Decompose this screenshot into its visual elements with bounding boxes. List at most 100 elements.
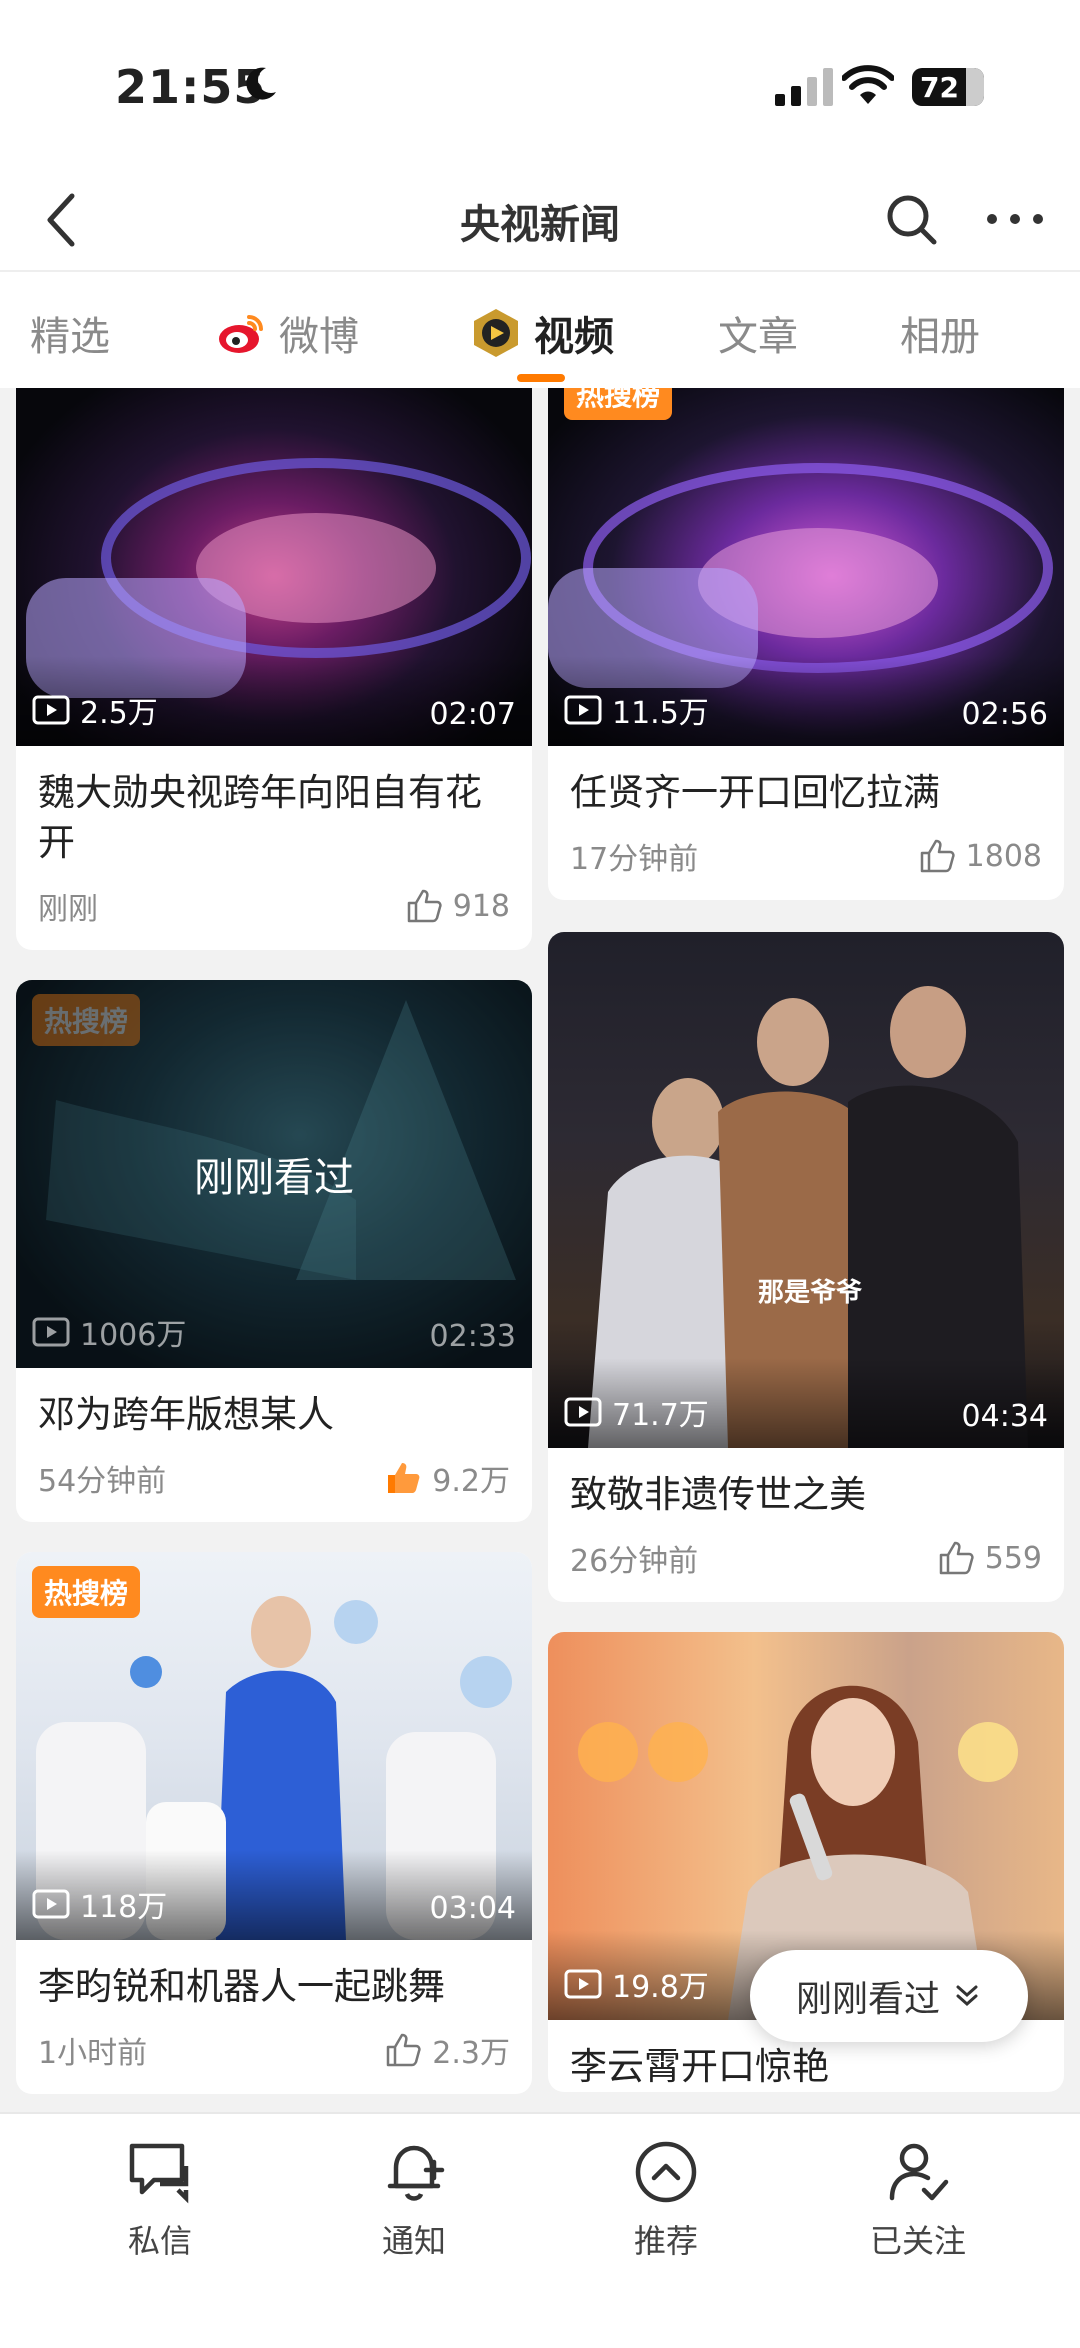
video-title[interactable]: 致敬非遗传世之美 <box>548 1448 1064 1520</box>
bottom-nav: 私信 通知 推荐 已关注 <box>0 2112 1080 2348</box>
tab-video[interactable]: 视频 <box>470 304 614 362</box>
thumbs-up-filled-icon <box>388 1463 420 1493</box>
nav-following[interactable]: 已关注 <box>838 2136 998 2262</box>
video-thumbnail[interactable]: 热搜榜 11.5万 02:56 <box>548 388 1064 746</box>
battery-level: 72 <box>920 70 959 104</box>
tab-weibo[interactable]: 微博 <box>215 304 359 362</box>
video-feed[interactable]: 2.5万 02:07 魏大勋央视跨年向阳自有花开 刚刚 918 热搜榜 11.5… <box>0 388 1080 2112</box>
recently-watched-label: 刚刚看过 <box>795 1979 940 2020</box>
tab-label: 视频 <box>534 314 614 360</box>
hot-search-badge: 热搜榜 <box>564 388 673 420</box>
nav-notifications[interactable]: 通知 <box>334 2136 494 2262</box>
thumbs-up-icon <box>407 889 442 923</box>
tab-label: 微博 <box>279 314 359 360</box>
tab-label: 精选 <box>30 314 110 360</box>
card-meta: 刚刚 918 <box>16 868 532 950</box>
signal-icon <box>775 68 833 106</box>
hot-search-badge: 热搜榜 <box>32 1566 141 1618</box>
post-time: 54分钟前 <box>38 1464 167 1499</box>
view-count: 11.5万 <box>564 688 709 732</box>
video-duration: 02:07 <box>429 697 516 732</box>
video-duration: 02:56 <box>961 697 1048 732</box>
bell-plus-icon <box>387 2145 445 2201</box>
video-thumbnail[interactable]: 热搜榜 刚刚看过 1006万 02:33 <box>16 980 532 1368</box>
like-button[interactable]: 918 <box>405 887 510 925</box>
thumbs-up-icon <box>387 2033 421 2067</box>
moon-icon <box>246 67 276 100</box>
post-time: 17分钟前 <box>570 842 699 877</box>
nav-bar: 央视新闻 <box>0 170 1080 270</box>
tab-articles[interactable]: 文章 <box>718 304 798 362</box>
wifi-icon <box>842 65 894 104</box>
video-duration: 03:04 <box>429 1891 516 1926</box>
post-time: 1小时前 <box>38 2036 148 2071</box>
card-meta: 54分钟前 9.2万 <box>16 1440 532 1522</box>
status-bar: 21:55 72 <box>0 0 1080 170</box>
video-card[interactable]: 那是爷爷 71.7万 04:34 致敬非遗传世之美 26分钟前 559 <box>548 932 1064 1602</box>
video-thumbnail[interactable]: 热搜榜 118万 03:04 <box>16 1552 532 1940</box>
post-time: 刚刚 <box>38 892 98 927</box>
video-tab-icon <box>474 309 518 357</box>
video-duration: 02:33 <box>429 1319 516 1354</box>
more-icon[interactable] <box>980 188 1050 250</box>
video-card[interactable]: 热搜榜 11.5万 02:56 任贤齐一开口回忆拉满 17分钟前 1808 <box>548 388 1064 900</box>
video-thumbnail[interactable]: 2.5万 02:07 <box>16 388 532 746</box>
view-count: 118万 <box>32 1882 167 1926</box>
chevron-up-circle-icon <box>635 2141 697 2203</box>
like-count: 918 <box>452 888 510 924</box>
search-icon[interactable] <box>880 188 942 250</box>
view-count: 19.8万 <box>564 1962 709 2006</box>
video-card[interactable]: 2.5万 02:07 魏大勋央视跨年向阳自有花开 刚刚 918 <box>16 388 532 950</box>
view-count: 2.5万 <box>32 688 158 732</box>
view-count: 71.7万 <box>564 1390 709 1434</box>
like-count: 2.3万 <box>432 2036 510 2071</box>
play-count-icon <box>564 695 602 725</box>
card-meta: 26分钟前 559 <box>548 1520 1064 1602</box>
like-count: 9.2万 <box>432 1464 510 1499</box>
double-chevron-down-icon <box>956 1985 978 2007</box>
like-button[interactable]: 1808 <box>918 837 1042 875</box>
play-count-icon <box>32 1889 70 1919</box>
video-title[interactable]: 邓为跨年版想某人 <box>16 1368 532 1440</box>
like-count: 1808 <box>965 838 1042 874</box>
user-check-icon <box>889 2143 949 2201</box>
nav-label: 已关注 <box>869 2222 966 2260</box>
play-count-icon <box>32 695 70 725</box>
like-button[interactable]: 9.2万 <box>384 1456 510 1500</box>
tab-label: 文章 <box>718 314 798 360</box>
nav-label: 通知 <box>381 2222 446 2260</box>
play-count-icon <box>564 1397 602 1427</box>
video-title[interactable]: 任贤齐一开口回忆拉满 <box>548 746 1064 818</box>
thumbs-up-icon <box>939 1541 974 1575</box>
thumbs-up-icon <box>920 839 955 873</box>
nav-label: 推荐 <box>633 2222 698 2260</box>
card-meta: 17分钟前 1808 <box>548 818 1064 900</box>
weibo-icon <box>219 315 263 353</box>
video-card[interactable]: 热搜榜 118万 03:04 李昀锐和机器人一起跳舞 1小时前 2.3万 <box>16 1552 532 2094</box>
video-card[interactable]: 热搜榜 刚刚看过 1006万 02:33 邓为跨年版想某人 54分钟前 9.2万 <box>16 980 532 1522</box>
video-title[interactable]: 魏大勋央视跨年向阳自有花开 <box>16 746 532 868</box>
tab-bar: 精选 微博 视频 文章 相册 <box>0 270 1080 388</box>
view-count: 1006万 <box>32 1310 186 1354</box>
nav-label: 私信 <box>127 2222 192 2260</box>
tab-label: 相册 <box>900 314 980 360</box>
video-title[interactable]: 李昀锐和机器人一起跳舞 <box>16 1940 532 2012</box>
post-time: 26分钟前 <box>570 1544 699 1579</box>
video-thumbnail[interactable]: 那是爷爷 71.7万 04:34 <box>548 932 1064 1448</box>
play-count-icon <box>564 1969 602 1999</box>
play-count-icon <box>32 1317 70 1347</box>
like-count: 559 <box>984 1540 1042 1576</box>
like-button[interactable]: 559 <box>937 1539 1042 1577</box>
recently-watched-button[interactable]: 刚刚看过 <box>750 1950 1028 2042</box>
video-duration: 04:34 <box>961 1399 1048 1434</box>
active-tab-indicator <box>517 374 565 382</box>
battery-indicator: 72 <box>912 68 984 106</box>
tab-albums[interactable]: 相册 <box>900 304 980 362</box>
nav-recommend[interactable]: 推荐 <box>586 2136 746 2262</box>
nav-messages[interactable]: 私信 <box>80 2136 240 2262</box>
tab-featured[interactable]: 精选 <box>30 304 110 362</box>
video-subtitle: 那是爷爷 <box>758 1278 863 1308</box>
chat-icon <box>129 2143 189 2204</box>
card-meta: 1小时前 2.3万 <box>16 2012 532 2094</box>
like-button[interactable]: 2.3万 <box>384 2028 510 2072</box>
